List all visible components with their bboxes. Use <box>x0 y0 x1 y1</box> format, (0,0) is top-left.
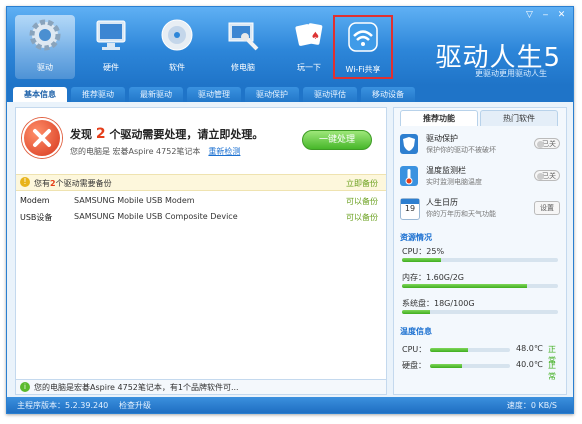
svg-text:♠: ♠ <box>311 31 320 42</box>
backup-warning-text: 您有2个驱动需要备份 <box>34 179 112 188</box>
tab-popular-software[interactable]: 热门软件 <box>480 110 558 126</box>
cpu-temperature-row: CPU： 48.0℃ 正常 <box>402 344 560 365</box>
error-x-icon <box>22 118 62 158</box>
resources-heading: 资源情况 <box>400 233 432 242</box>
cpu-usage-label: CPU：25% <box>402 247 445 256</box>
alert-count: 2 <box>95 126 106 142</box>
backup-warning-bar: ! 您有2个驱动需要备份 立即备份 <box>16 174 386 191</box>
tab-basic-info[interactable]: 基本信息 <box>13 87 67 102</box>
disk-temperature-bar <box>430 364 510 368</box>
calendar-icon: 19 <box>400 198 420 220</box>
window-controls: ▽ ‒ ✕ <box>524 10 567 20</box>
temperature-heading: 温度信息 <box>400 327 432 336</box>
driver-backup-link[interactable]: 可以备份 <box>346 212 378 223</box>
nav-play[interactable]: ♠ 玩一下 <box>279 15 339 79</box>
side-panel: 推荐功能 热门软件 驱动保护 保护你的驱动不被破坏 已关 温度监测栏 实时监测电… <box>393 107 567 395</box>
system-disk-label: 系统盘：18G/100G <box>402 299 475 308</box>
driver-backup-link[interactable]: 可以备份 <box>346 196 378 207</box>
status-badge: 正常 <box>548 361 556 381</box>
feature-temperature-monitor: 温度监测栏 实时监测电脑温度 已关 <box>400 164 560 192</box>
backup-now-link[interactable]: 立即备份 <box>346 178 378 189</box>
thermometer-icon <box>400 166 418 186</box>
redetect-link[interactable]: 重新检测 <box>208 147 240 156</box>
title-bar: ▽ ‒ ✕ 驱动 硬件 软件 修电脑 ♠ 玩一下 Wi-Fi共享 驱动人生5 更… <box>7 7 573 85</box>
tab-mobile-devices[interactable]: 移动设备 <box>361 87 415 102</box>
nav-repair[interactable]: 修电脑 <box>213 15 273 79</box>
system-disk-bar <box>402 310 558 314</box>
disk-temperature-row: 硬盘： 40.0℃ 正常 <box>402 360 560 381</box>
wifi-icon <box>343 17 383 57</box>
cpu-temperature-bar <box>430 348 510 352</box>
status-line: i 您的电脑是宏碁Aspire 4752笔记本，有1个品牌软件可... <box>15 379 387 395</box>
driver-device: SAMSUNG Mobile USB Composite Device <box>74 212 238 221</box>
driver-device: SAMSUNG Mobile USB Modem <box>74 196 195 205</box>
info-icon: i <box>20 382 30 392</box>
calendar-settings-button[interactable]: 设置 <box>534 201 560 215</box>
driver-protection-toggle[interactable]: 已关 <box>534 138 560 149</box>
tab-latest-drivers[interactable]: 最新驱动 <box>129 87 183 102</box>
driver-category: Modem <box>20 196 50 205</box>
feature-life-calendar: 19 人生日历 你的万年历和天气功能 设置 <box>400 196 560 224</box>
driver-alert: 发现 2 个驱动需要处理，请立即处理。 您的电脑是 宏碁Aspire 4752笔… <box>18 112 382 168</box>
tab-driver-evaluation[interactable]: 驱动评估 <box>303 87 357 102</box>
minimize-icon[interactable]: ‒ <box>540 10 551 20</box>
skin-menu-icon[interactable]: ▽ <box>524 10 535 20</box>
tab-recommended-features[interactable]: 推荐功能 <box>400 110 478 126</box>
close-icon[interactable]: ✕ <box>556 10 567 20</box>
driver-row: Modem SAMSUNG Mobile USB Modem 可以备份 <box>16 194 386 209</box>
one-click-fix-button[interactable]: 一键处理 <box>302 130 372 150</box>
driver-row: USB设备 SAMSUNG Mobile USB Composite Devic… <box>16 210 386 225</box>
cards-icon: ♠ <box>289 15 329 55</box>
program-version: 主程序版本：5.2.39.240 <box>17 401 109 410</box>
tab-driver-protection[interactable]: 驱动保护 <box>245 87 299 102</box>
shield-icon <box>400 134 418 154</box>
nav-wifi-share[interactable]: Wi-Fi共享 <box>333 15 393 79</box>
tab-recommended-drivers[interactable]: 推荐驱动 <box>71 87 125 102</box>
monitor-icon <box>91 15 131 55</box>
disc-icon <box>157 15 197 55</box>
tab-driver-management[interactable]: 驱动管理 <box>187 87 241 102</box>
warning-icon: ! <box>20 177 30 187</box>
download-speed: 速度：0 KB/S <box>506 401 557 410</box>
alert-subtitle: 您的电脑是 宏碁Aspire 4752笔记本 重新检测 <box>70 146 240 157</box>
temperature-monitor-toggle[interactable]: 已关 <box>534 170 560 181</box>
tab-bar: 基本信息 推荐驱动 最新驱动 驱动管理 驱动保护 驱动评估 移动设备 <box>7 85 573 102</box>
repair-icon <box>223 15 263 55</box>
computer-model: 您的电脑是 宏碁Aspire 4752笔记本 <box>70 147 201 156</box>
feature-driver-protection: 驱动保护 保护你的驱动不被破坏 已关 <box>400 132 560 160</box>
memory-usage-label: 内存：1.60G/2G <box>402 273 464 282</box>
app-slogan: 更驱动更用驱动人生 <box>475 69 547 78</box>
status-text: 您的电脑是宏碁Aspire 4752笔记本，有1个品牌软件可... <box>34 383 239 392</box>
app-window: ▽ ‒ ✕ 驱动 硬件 软件 修电脑 ♠ 玩一下 Wi-Fi共享 驱动人生5 更… <box>6 6 574 414</box>
driver-panel: 发现 2 个驱动需要处理，请立即处理。 您的电脑是 宏碁Aspire 4752笔… <box>15 107 387 387</box>
cpu-usage-bar <box>402 258 558 262</box>
alert-title: 发现 2 个驱动需要处理，请立即处理。 <box>70 126 264 142</box>
nav-hardware[interactable]: 硬件 <box>81 15 141 79</box>
driver-category: USB设备 <box>20 213 53 222</box>
nav-driver[interactable]: 驱动 <box>15 15 75 79</box>
memory-usage-bar <box>402 284 558 288</box>
gear-icon <box>25 15 65 55</box>
check-update-link[interactable]: 检查升级 <box>119 400 151 411</box>
nav-software[interactable]: 软件 <box>147 15 207 79</box>
bottom-status-bar: 主程序版本：5.2.39.240 检查升级 速度：0 KB/S <box>7 397 573 413</box>
